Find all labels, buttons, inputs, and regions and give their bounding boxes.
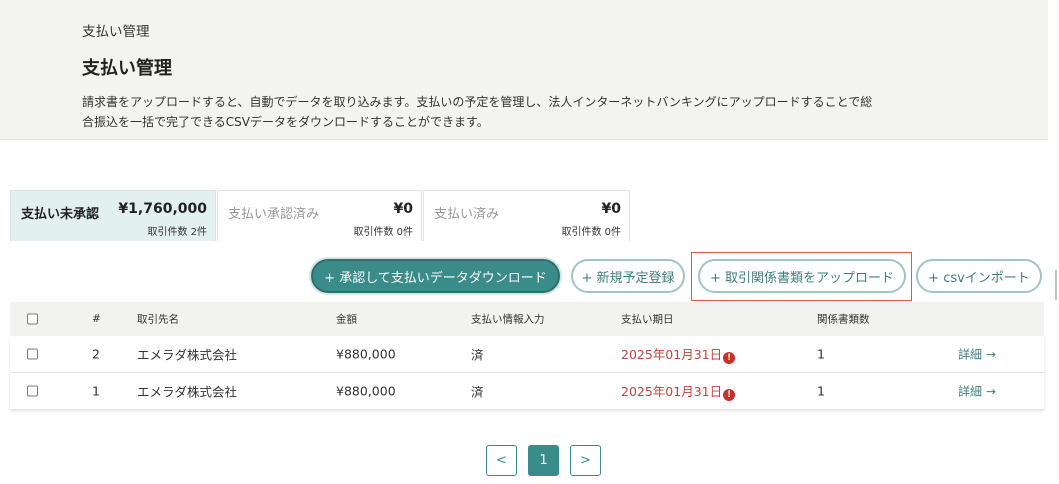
row-amount: ¥880,000 <box>336 383 396 399</box>
row-partner: エメラダ株式会社 <box>137 384 238 400</box>
header-partner: 取引先名 <box>137 313 179 326</box>
row-payment-info: 済 <box>471 384 484 400</box>
pagination: < 1 > <box>486 445 601 476</box>
upload-documents-button[interactable]: + 取引関係書類をアップロード <box>698 259 906 293</box>
next-page-button[interactable]: > <box>570 445 601 476</box>
tab-label: 支払い未承認 <box>21 207 100 222</box>
row-num: 2 <box>92 346 100 362</box>
description-line-1: 請求書をアップロードすると、自動でデータを取り込みます。支払いの予定を管理し、法… <box>82 95 873 109</box>
exclamation-circle-icon: ! <box>723 352 736 364</box>
header-doc-count: 関係書類数 <box>817 313 870 326</box>
row-doc-count: 1 <box>817 383 825 399</box>
page-description: 請求書をアップロードすると、自動でデータを取り込みます。支払いの予定を管理し、法… <box>82 92 982 132</box>
tab-amount: ¥0 <box>601 201 621 217</box>
tab-paid[interactable]: 支払い済み ¥0 取引件数 0件 <box>423 190 630 241</box>
status-tabs: 支払い未承認 ¥1,760,000 取引件数 2件 支払い承認済み ¥0 取引件… <box>10 190 631 241</box>
row-due-date: 2025年01月31日! <box>621 344 736 364</box>
detail-link[interactable]: 詳細 → <box>958 346 996 363</box>
csv-import-button[interactable]: + csvインポート <box>916 259 1042 293</box>
row-num: 1 <box>92 383 100 399</box>
tab-label: 支払い承認済み <box>228 207 320 222</box>
exclamation-circle-icon: ! <box>723 389 736 401</box>
tab-amount: ¥1,760,000 <box>118 201 207 217</box>
due-date-text: 2025年01月31日 <box>621 347 723 362</box>
table-body: 2 エメラダ株式会社 ¥880,000 済 2025年01月31日! 1 詳細 … <box>10 336 1044 410</box>
select-all-checkbox[interactable] <box>27 313 38 325</box>
row-payment-info: 済 <box>471 347 484 363</box>
description-line-2: 合振込を一括で完了できるCSVデータをダウンロードすることができます。 <box>82 115 489 129</box>
current-page-button[interactable]: 1 <box>528 445 559 476</box>
row-checkbox[interactable] <box>27 385 38 397</box>
table-header: # 取引先名 金額 支払い情報入力 支払い期日 関係書類数 <box>10 302 1044 336</box>
detail-link[interactable]: 詳細 → <box>958 383 996 400</box>
row-checkbox[interactable] <box>27 348 38 360</box>
row-doc-count: 1 <box>817 346 825 362</box>
tab-count: 取引件数 0件 <box>353 227 413 238</box>
tab-count: 取引件数 2件 <box>147 227 207 238</box>
header-num: # <box>92 313 101 325</box>
new-schedule-button[interactable]: + 新規予定登録 <box>571 259 685 293</box>
header-due-date: 支払い期日 <box>621 313 674 326</box>
tab-count: 取引件数 0件 <box>561 227 621 238</box>
scrollbar[interactable] <box>1055 270 1057 300</box>
tab-unapproved[interactable]: 支払い未承認 ¥1,760,000 取引件数 2件 <box>10 190 216 241</box>
row-partner: エメラダ株式会社 <box>137 347 238 363</box>
table-row[interactable]: 2 エメラダ株式会社 ¥880,000 済 2025年01月31日! 1 詳細 … <box>10 336 1044 373</box>
header-payment-info: 支払い情報入力 <box>471 313 545 326</box>
due-date-text: 2025年01月31日 <box>621 384 723 399</box>
approve-download-button[interactable]: + 承認して支払いデータダウンロード <box>311 259 560 293</box>
table-row[interactable]: 1 エメラダ株式会社 ¥880,000 済 2025年01月31日! 1 詳細 … <box>10 373 1044 410</box>
row-amount: ¥880,000 <box>336 346 396 362</box>
page-header: 支払い管理 支払い管理 請求書をアップロードすると、自動でデータを取り込みます。… <box>0 0 1048 140</box>
tab-approved[interactable]: 支払い承認済み ¥0 取引件数 0件 <box>217 190 422 241</box>
breadcrumb[interactable]: 支払い管理 <box>82 20 150 40</box>
payments-table: # 取引先名 金額 支払い情報入力 支払い期日 関係書類数 2 エメラダ株式会社… <box>10 302 1044 410</box>
prev-page-button[interactable]: < <box>486 445 517 476</box>
row-due-date: 2025年01月31日! <box>621 381 736 401</box>
tab-amount: ¥0 <box>393 201 413 217</box>
header-amount: 金額 <box>336 313 357 326</box>
tab-label: 支払い済み <box>434 207 500 222</box>
page-title: 支払い管理 <box>82 58 172 79</box>
